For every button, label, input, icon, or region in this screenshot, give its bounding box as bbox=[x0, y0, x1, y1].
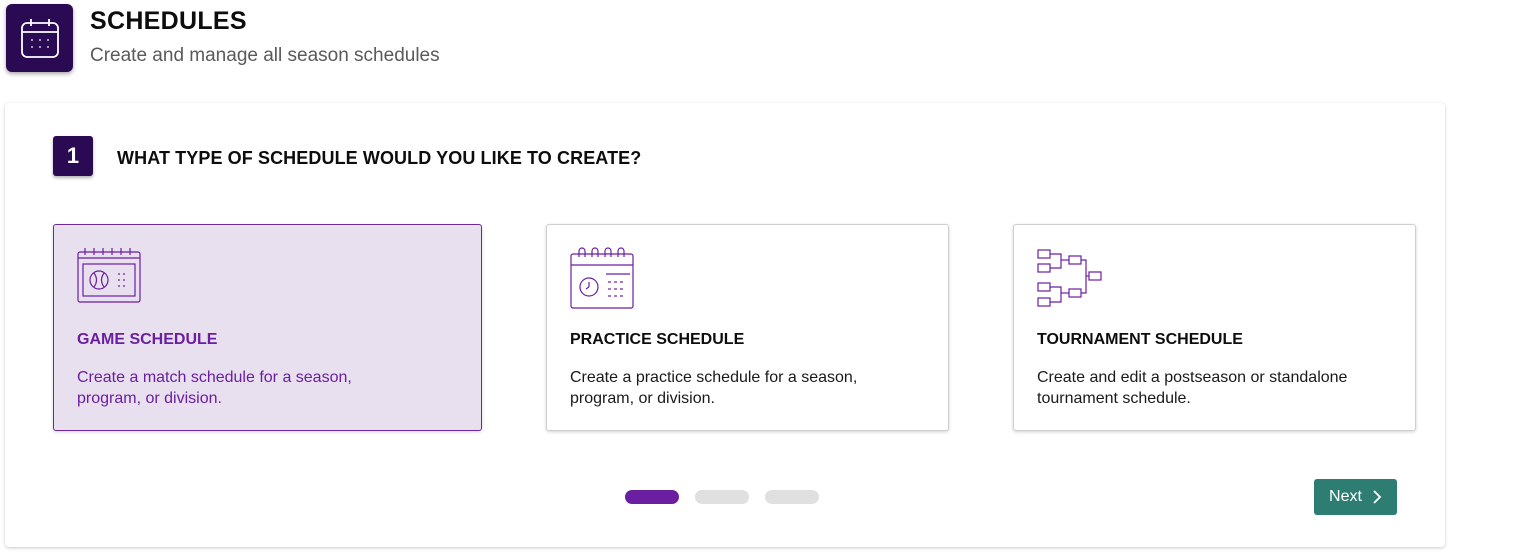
tournament-bracket-icon bbox=[1037, 247, 1103, 314]
tournament-schedule-card[interactable]: TOURNAMENT SCHEDULE Create and edit a po… bbox=[1013, 224, 1416, 431]
pagination-dot-3[interactable] bbox=[765, 490, 819, 504]
card-description: Create and edit a postseason or standalo… bbox=[1037, 369, 1348, 407]
card-description: Create a match schedule for a season, pr… bbox=[77, 369, 352, 407]
pagination-dot-2[interactable] bbox=[695, 490, 749, 504]
game-schedule-card[interactable]: GAME SCHEDULE Create a match schedule fo… bbox=[53, 224, 482, 431]
card-title: PRACTICE SCHEDULE bbox=[570, 331, 745, 348]
pagination-dot-1[interactable] bbox=[625, 490, 679, 504]
page-title: SCHEDULES bbox=[90, 7, 247, 35]
practice-schedule-card[interactable]: PRACTICE SCHEDULE Create a practice sche… bbox=[546, 224, 949, 431]
card-title: TOURNAMENT SCHEDULE bbox=[1037, 331, 1243, 348]
next-button-label: Next bbox=[1329, 488, 1362, 505]
step-number-badge: 1 bbox=[53, 136, 93, 176]
game-calendar-icon bbox=[77, 247, 141, 308]
card-title: GAME SCHEDULE bbox=[77, 331, 218, 348]
step-question: WHAT TYPE OF SCHEDULE WOULD YOU LIKE TO … bbox=[117, 148, 642, 168]
schedules-calendar-icon bbox=[6, 4, 73, 72]
page-subtitle: Create and manage all season schedules bbox=[90, 45, 440, 66]
card-description: Create a practice schedule for a season,… bbox=[570, 369, 858, 407]
next-button[interactable]: Next bbox=[1314, 479, 1397, 515]
schedule-type-panel: 1 WHAT TYPE OF SCHEDULE WOULD YOU LIKE T… bbox=[5, 103, 1445, 547]
practice-calendar-icon bbox=[570, 247, 634, 314]
chevron-right-icon bbox=[1373, 490, 1382, 504]
